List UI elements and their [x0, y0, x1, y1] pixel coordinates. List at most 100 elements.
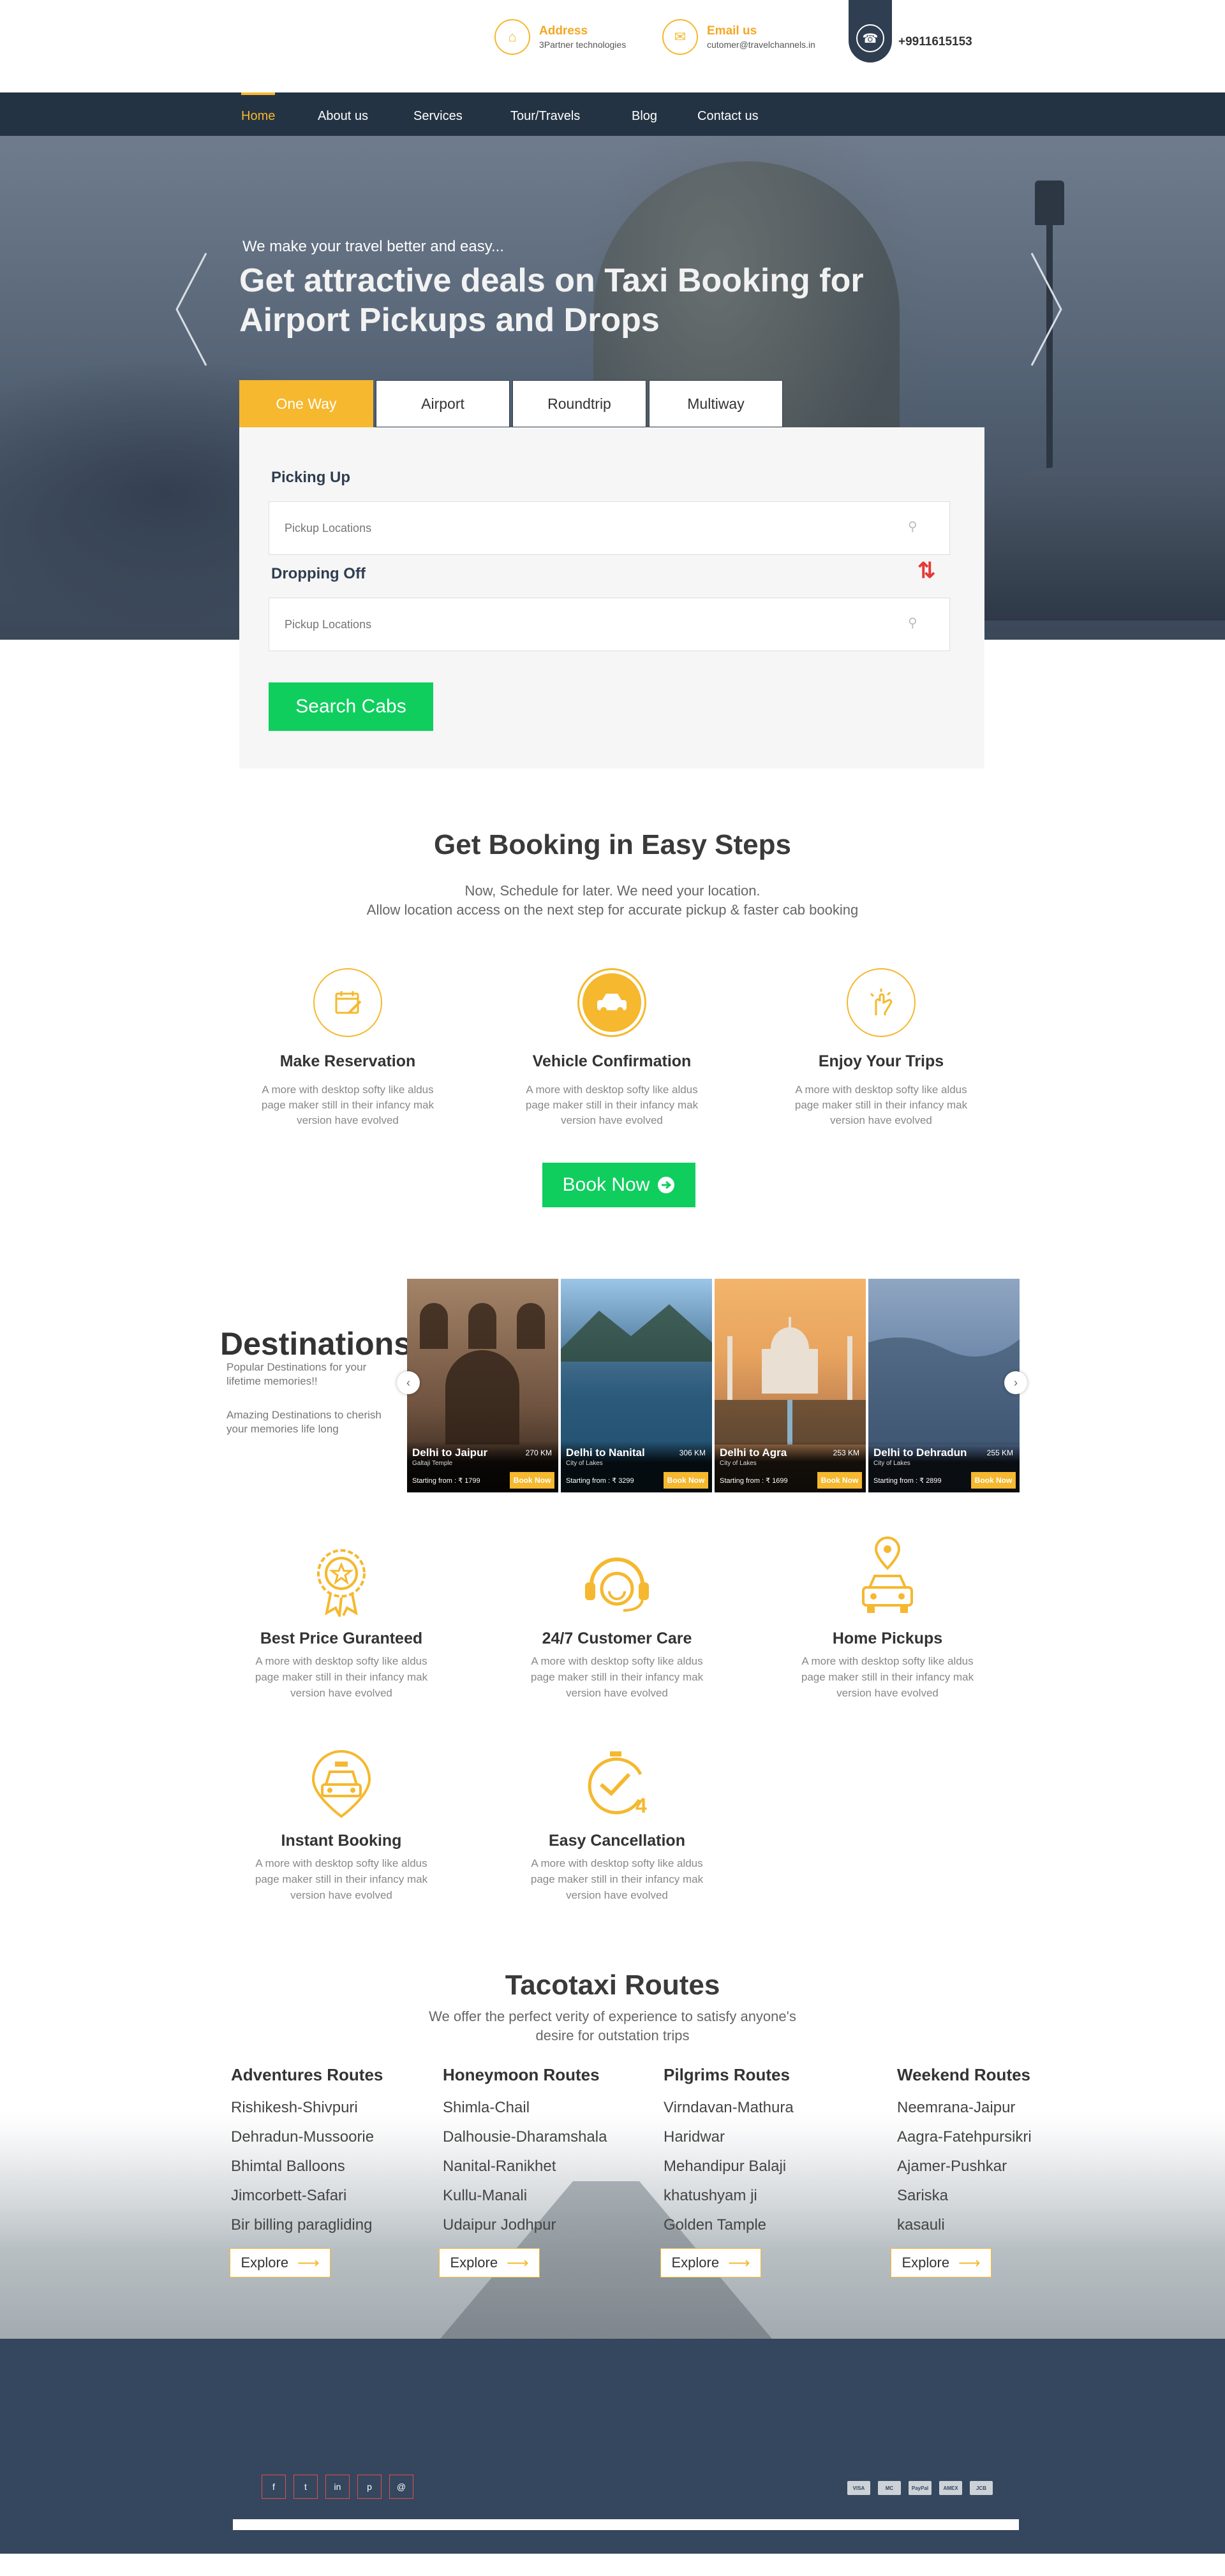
tab-airport[interactable]: Airport [376, 380, 510, 427]
destination-book-button[interactable]: Book Now [817, 1472, 862, 1489]
route-link[interactable]: Ajamer-Pushkar [897, 2158, 1032, 2187]
carousel-next-icon[interactable]: › [1004, 1371, 1027, 1394]
tab-multiway[interactable]: Multiway [649, 380, 783, 427]
nav-item-contact[interactable]: Contact us [697, 92, 759, 136]
arrow-right-icon: ⟶ [728, 2254, 750, 2272]
feature-instant-booking: Instant Booking A more with desktop soft… [236, 1749, 447, 1903]
svg-text:4: 4 [635, 1794, 647, 1817]
hero-title: Get attractive deals on Taxi Booking for… [239, 262, 864, 339]
book-now-button[interactable]: Book Now [542, 1163, 695, 1207]
home-icon: ⌂ [494, 19, 530, 55]
route-link[interactable]: Nanital-Ranikhet [443, 2158, 607, 2187]
search-cabs-button[interactable]: Search Cabs [269, 682, 433, 731]
nav-item-services[interactable]: Services [413, 92, 463, 136]
route-link[interactable]: Dehradun-Mussoorie [231, 2128, 383, 2158]
route-link[interactable]: Haridwar [664, 2128, 794, 2158]
destination-price: Starting from : ₹ 1699 [720, 1477, 788, 1485]
visa-icon: VISA [847, 2481, 870, 2495]
arrow-right-icon: ⟶ [297, 2254, 320, 2272]
steps-line-2: Allow location access on the next step f… [366, 902, 859, 918]
route-link[interactable]: Rishikesh-Shivpuri [231, 2099, 383, 2128]
feature-title: Best Price Guranteed [260, 1630, 423, 1647]
route-link[interactable]: Bir billing paragliding [231, 2216, 383, 2246]
destination-km: 253 KM [833, 1448, 859, 1457]
feature-desc: A more with desktop softy like aldus pag… [530, 1857, 704, 1901]
destination-km: 255 KM [986, 1448, 1013, 1457]
nav-item-about[interactable]: About us [318, 92, 368, 136]
routes-column-weekend: Weekend Routes Neemrana-Jaipur Aagra-Fat… [897, 2065, 1032, 2246]
destination-book-button[interactable]: Book Now [510, 1472, 554, 1489]
route-link[interactable]: Aagra-Fatehpursikri [897, 2128, 1032, 2158]
phone-number[interactable]: +9911615153 [898, 35, 972, 49]
destination-name: Delhi to Jaipur [412, 1446, 488, 1459]
step-desc: A more with desktop softy like aldus pag… [525, 1084, 699, 1126]
headset-icon [585, 1557, 649, 1612]
destination-book-button[interactable]: Book Now [971, 1472, 1016, 1489]
taxi-pin-icon [311, 1749, 371, 1818]
phone-tab: ☎ [849, 0, 892, 63]
nav-item-tours[interactable]: Tour/Travels [510, 92, 580, 136]
route-link[interactable]: Kullu-Manali [443, 2187, 607, 2216]
route-link[interactable]: Dalhousie-Dharamshala [443, 2128, 607, 2158]
explore-button[interactable]: Explore ⟶ [891, 2248, 991, 2278]
step-make-reservation: Make Reservation A more with desktop sof… [242, 968, 453, 1128]
explore-label: Explore [450, 2255, 498, 2271]
destination-km: 270 KM [525, 1448, 552, 1457]
explore-button[interactable]: Explore ⟶ [230, 2248, 330, 2278]
destination-card[interactable]: Delhi to Jaipur Galtaji Temple 270 KM St… [407, 1279, 558, 1492]
trip-type-tabs: One Way Airport Roundtrip Multiway [239, 380, 783, 427]
carousel-prev-icon[interactable]: ‹ [397, 1371, 420, 1394]
destination-card[interactable]: Delhi to Dehradun City of Lakes 255 KM S… [868, 1279, 1020, 1492]
step-desc: A more with desktop softy like aldus pag… [794, 1084, 968, 1126]
pickup-label: Picking Up [271, 469, 351, 486]
destination-card[interactable]: Delhi to Nanital City of Lakes 306 KM St… [561, 1279, 712, 1492]
explore-label: Explore [671, 2255, 720, 2271]
route-link[interactable]: Sariska [897, 2187, 1032, 2216]
route-link[interactable]: Golden Tample [664, 2216, 794, 2246]
search-icon: ⚲ [908, 520, 917, 534]
route-link[interactable]: khatushyam ji [664, 2187, 794, 2216]
explore-button[interactable]: Explore ⟶ [439, 2248, 540, 2278]
booking-form: Picking Up ⚲ Dropping Off ⇅ ⚲ Search Cab… [239, 427, 984, 769]
tab-one-way[interactable]: One Way [239, 380, 373, 427]
pinterest-icon[interactable]: p [357, 2475, 382, 2499]
destination-card[interactable]: Delhi to Agra City of Lakes 253 KM Start… [715, 1279, 866, 1492]
nav-item-home[interactable]: Home [241, 92, 276, 136]
route-link[interactable]: kasauli [897, 2216, 1032, 2246]
step-title: Enjoy Your Trips [818, 1052, 944, 1070]
routes-column-title: Weekend Routes [897, 2065, 1031, 2084]
slider-next-icon[interactable] [1030, 252, 1062, 367]
routes-column-adventure: Adventures Routes Rishikesh-Shivpuri Deh… [231, 2065, 383, 2246]
award-badge-icon [317, 1549, 366, 1617]
route-link[interactable]: Shimla-Chail [443, 2099, 607, 2128]
destination-book-button[interactable]: Book Now [664, 1472, 708, 1489]
slider-prev-icon[interactable] [175, 252, 207, 367]
feature-title: Easy Cancellation [549, 1832, 685, 1850]
route-link[interactable]: Jimcorbett-Safari [231, 2187, 383, 2216]
twitter-icon[interactable]: t [293, 2475, 318, 2499]
email-value[interactable]: cutomer@travelchannels.in [707, 40, 815, 50]
route-link[interactable]: Mehandipur Balaji [664, 2158, 794, 2187]
feature-desc: A more with desktop softy like aldus pag… [801, 1655, 974, 1699]
tab-roundtrip[interactable]: Roundtrip [512, 380, 646, 427]
address-block: ⌂ Address 3Partner technologies [494, 19, 626, 55]
swap-icon[interactable]: ⇅ [917, 558, 936, 584]
feature-home-pickups: Home Pickups A more with desktop softy l… [782, 1536, 993, 1701]
facebook-icon[interactable]: f [262, 2475, 286, 2499]
route-link[interactable]: Udaipur Jodhpur [443, 2216, 607, 2246]
nav-item-blog[interactable]: Blog [632, 92, 657, 136]
destinations-text-2: Amazing Destinations to cherish your mem… [226, 1409, 382, 1435]
route-link[interactable]: Virndavan-Mathura [664, 2099, 794, 2128]
instagram-icon[interactable]: @ [389, 2475, 413, 2499]
routes-column-title: Honeymoon Routes [443, 2065, 600, 2084]
route-link[interactable]: Bhimtal Balloons [231, 2158, 383, 2187]
linkedin-icon[interactable]: in [325, 2475, 350, 2499]
route-link[interactable]: Neemrana-Jaipur [897, 2099, 1032, 2128]
drop-input[interactable] [269, 598, 950, 651]
routes-column-title: Pilgrims Routes [664, 2065, 790, 2084]
hero-subtitle: We make your travel better and easy... [242, 238, 504, 255]
feature-title: 24/7 Customer Care [542, 1630, 692, 1647]
feature-customer-care: 24/7 Customer Care A more with desktop s… [512, 1547, 722, 1701]
explore-button[interactable]: Explore ⟶ [660, 2248, 761, 2278]
pickup-input[interactable] [269, 501, 950, 555]
